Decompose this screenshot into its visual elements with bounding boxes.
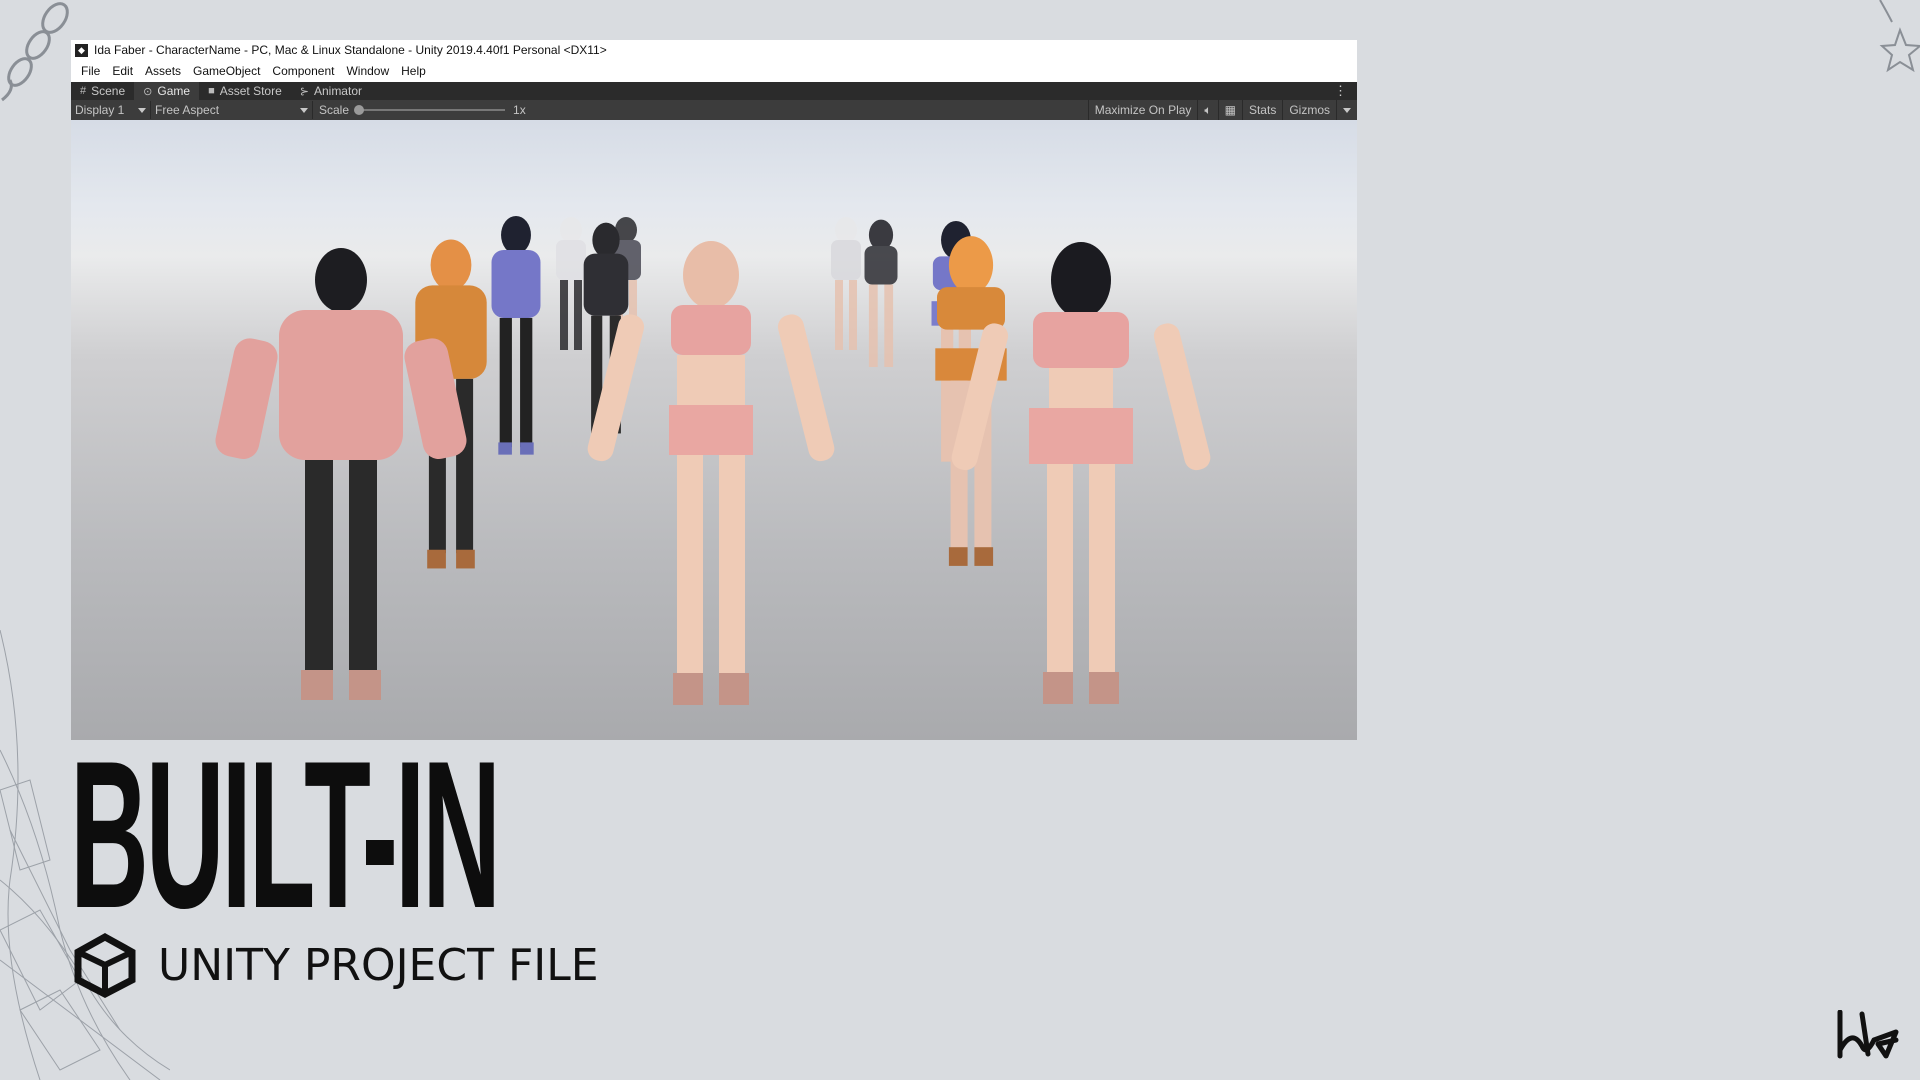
gizmos-toggle[interactable]: Gizmos [1282,100,1336,120]
menu-window[interactable]: Window [340,64,395,78]
speaker-icon[interactable]: 🔈︎ [1197,100,1217,120]
display-dropdown-value: Display 1 [75,103,125,117]
tab-game-label: Game [157,84,191,98]
gamepad-icon: ⊙ [143,85,153,98]
tab-scene[interactable]: # Scene [71,82,134,100]
tab-asset-store[interactable]: ■ Asset Store [199,82,291,100]
character-lineup-image [215,215,1211,705]
tab-bar: # Scene ⊙ Game ■ Asset Store ⊱ Animator … [71,82,1357,100]
subtitle: UNITY PROJECT FILE [158,939,599,991]
page-title: BUILT-IN [70,717,501,952]
tab-animator[interactable]: ⊱ Animator [291,82,371,100]
chevron-down-icon [1343,107,1351,113]
tab-scene-label: Scene [91,84,126,98]
grid-icon: # [80,85,87,97]
subtitle-row: UNITY PROJECT FILE [72,932,599,998]
aspect-dropdown[interactable]: Free Aspect [151,101,313,119]
chevron-down-icon [300,107,308,113]
tab-animator-label: Animator [313,84,362,98]
stats-toggle[interactable]: Stats [1241,100,1282,120]
window-title: Ida Faber - CharacterName - PC, Mac & Li… [94,43,607,57]
star-decoration-icon [1879,0,1920,73]
game-view-toolbar: Display 1 Free Aspect Scale 1x Maximize … [71,100,1357,121]
tab-game[interactable]: ⊙ Game [134,82,200,100]
gizmos-dropdown[interactable] [1336,100,1357,120]
scale-slider-handle[interactable] [354,105,365,115]
menu-help[interactable]: Help [395,64,432,78]
tab-asset-store-label: Asset Store [219,84,282,98]
animator-icon: ⊱ [299,85,309,98]
game-viewport[interactable] [71,120,1357,740]
aspect-dropdown-value: Free Aspect [155,103,220,117]
brand-logo-icon [1837,1010,1899,1059]
display-dropdown[interactable]: Display 1 [71,101,151,119]
menu-edit[interactable]: Edit [106,64,139,78]
menu-assets[interactable]: Assets [139,64,187,78]
unity-editor-window: ◆ Ida Faber - CharacterName - PC, Mac & … [71,40,1357,740]
menu-gameobject[interactable]: GameObject [187,64,266,78]
scale-value: 1x [513,103,526,117]
title-bar: ◆ Ida Faber - CharacterName - PC, Mac & … [71,40,1357,60]
unity-logo-icon [74,932,136,998]
menu-file[interactable]: File [75,64,106,78]
grid-stats-icon[interactable]: ▦ [1217,100,1242,120]
maximize-on-play-toggle[interactable]: Maximize On Play [1087,100,1198,120]
menu-bar: File Edit Assets GameObject Component Wi… [71,60,1357,82]
chevron-down-icon [138,107,146,113]
menu-component[interactable]: Component [266,64,340,78]
store-icon: ■ [208,85,215,97]
scale-label: Scale [319,103,350,117]
unity-app-icon: ◆ [75,43,88,57]
scale-slider[interactable] [354,105,506,115]
scale-control: Scale 1x [319,103,526,117]
more-options-icon[interactable]: ⋮ [1334,82,1347,100]
